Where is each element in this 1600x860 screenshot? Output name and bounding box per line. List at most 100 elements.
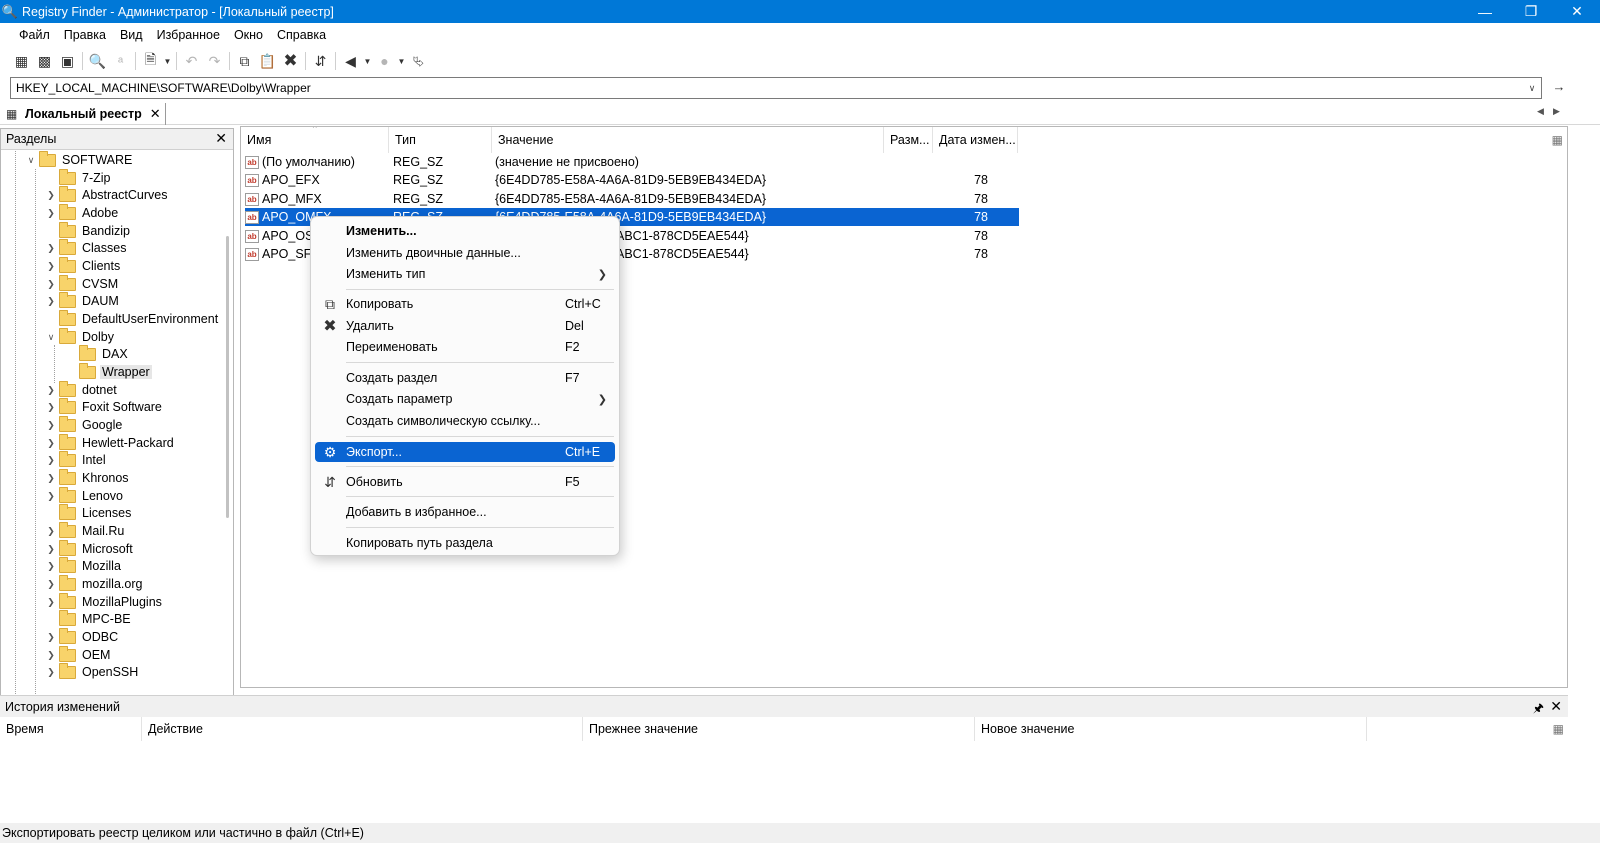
tree-item[interactable]: Licenses bbox=[45, 503, 133, 522]
column-value[interactable]: Значение bbox=[492, 127, 884, 153]
tree-item[interactable]: ∨ SOFTWARE bbox=[25, 151, 134, 169]
tree-scrollbar[interactable] bbox=[222, 151, 233, 700]
column-name[interactable]: Имя ⌃ bbox=[241, 127, 389, 153]
column-settings-icon[interactable]: ▦ bbox=[1552, 133, 1563, 147]
chevron-right-icon[interactable]: ❯ bbox=[45, 261, 57, 272]
tree-item[interactable]: 7-Zip bbox=[45, 168, 112, 187]
close-icon[interactable]: ✕ bbox=[215, 130, 227, 147]
load-hive-icon[interactable]: ▣ bbox=[56, 50, 79, 72]
tree-item[interactable]: ❯ Lenovo bbox=[45, 486, 125, 505]
parent-key-icon[interactable]: ⮱ bbox=[407, 50, 430, 72]
tree-item[interactable]: ❯ MozillaPlugins bbox=[45, 592, 164, 611]
menu-item-copy-key-path[interactable]: Копировать путь раздела bbox=[315, 533, 615, 553]
menu-item-delete[interactable]: ✖ Удалить Del bbox=[315, 316, 615, 336]
list-item[interactable]: ab (По умолчанию) REG_SZ (значение не при… bbox=[245, 153, 1019, 171]
chevron-right-icon[interactable]: ❯ bbox=[45, 526, 57, 537]
tab-scroll-left-icon[interactable]: ◀ bbox=[1537, 106, 1544, 117]
menu-item-change-type[interactable]: Изменить тип ❯ bbox=[315, 264, 615, 284]
tree-item[interactable]: ❯ Google bbox=[45, 415, 124, 434]
chevron-right-icon[interactable]: ❯ bbox=[45, 208, 57, 219]
menu-favorites[interactable]: Избранное bbox=[150, 24, 227, 46]
tree-item[interactable]: ❯ OEM bbox=[45, 645, 112, 664]
export-icon[interactable]: 🗎 bbox=[139, 50, 162, 72]
tree-item[interactable]: ❯ Adobe bbox=[45, 203, 120, 222]
chevron-down-icon[interactable]: ∨ bbox=[1523, 83, 1541, 94]
menu-edit[interactable]: Правка bbox=[57, 24, 113, 46]
close-button[interactable]: ✕ bbox=[1554, 0, 1600, 23]
minimize-button[interactable]: — bbox=[1462, 0, 1508, 23]
tree-item[interactable]: ❯ Khronos bbox=[45, 468, 131, 487]
chevron-right-icon[interactable]: ❯ bbox=[45, 667, 57, 678]
chevron-right-icon[interactable]: ❯ bbox=[45, 385, 57, 396]
tree-item[interactable]: DAX bbox=[65, 344, 130, 363]
tree-item[interactable]: Bandizip bbox=[45, 221, 132, 240]
address-input[interactable] bbox=[11, 79, 1523, 97]
find-icon[interactable]: 🔍 bbox=[86, 50, 109, 72]
close-icon[interactable]: ✕ bbox=[1550, 698, 1562, 715]
restore-button[interactable]: ❐ bbox=[1508, 0, 1554, 23]
tree-item[interactable]: ❯ Mozilla bbox=[45, 556, 123, 575]
tree-item[interactable]: ❯ mozilla.org bbox=[45, 574, 144, 593]
tree-item[interactable]: ❯ DAUM bbox=[45, 291, 121, 310]
scrollbar-thumb[interactable] bbox=[226, 236, 229, 518]
paste-icon[interactable]: 📋 bbox=[256, 50, 279, 72]
tree-item[interactable]: ❯ Microsoft bbox=[45, 539, 135, 558]
chevron-right-icon[interactable]: ❯ bbox=[45, 296, 57, 307]
menu-item-add-favorite[interactable]: Добавить в избранное... bbox=[315, 502, 615, 522]
chevron-right-icon[interactable]: ❯ bbox=[45, 632, 57, 643]
chevron-right-icon[interactable]: ❯ bbox=[45, 544, 57, 555]
tab-scroll-right-icon[interactable]: ▶ bbox=[1553, 106, 1560, 117]
column-new-value[interactable]: Новое значение bbox=[975, 717, 1367, 741]
tree-item[interactable]: ❯ Hewlett-Packard bbox=[45, 433, 176, 452]
tree-item[interactable]: ❯ ODBC bbox=[45, 627, 120, 646]
tree-item[interactable]: ❯ CVSM bbox=[45, 274, 120, 293]
menu-item-refresh[interactable]: ⇵ Обновить F5 bbox=[315, 472, 615, 492]
chevron-right-icon[interactable]: ❯ bbox=[45, 579, 57, 590]
chevron-right-icon[interactable]: ❯ bbox=[45, 243, 57, 254]
tree-item[interactable]: ❯ Intel bbox=[45, 450, 108, 469]
chevron-right-icon[interactable]: ❯ bbox=[45, 402, 57, 413]
tree-item[interactable]: ❯ Classes bbox=[45, 238, 128, 257]
chevron-right-icon[interactable]: ❯ bbox=[45, 420, 57, 431]
column-settings-icon[interactable]: ▦ bbox=[1553, 722, 1564, 736]
tree-item[interactable]: ∨ Dolby bbox=[45, 327, 116, 346]
chevron-right-icon[interactable]: ❯ bbox=[45, 473, 57, 484]
chevron-down-icon[interactable]: ▼ bbox=[162, 50, 173, 72]
menu-item-export[interactable]: ⚙ Экспорт... Ctrl+E bbox=[315, 442, 615, 462]
chevron-right-icon[interactable]: ❯ bbox=[45, 561, 57, 572]
column-type[interactable]: Тип bbox=[389, 127, 492, 153]
menu-view[interactable]: Вид bbox=[113, 24, 150, 46]
chevron-down-icon[interactable]: ▼ bbox=[396, 50, 407, 72]
chevron-right-icon[interactable]: ❯ bbox=[45, 279, 57, 290]
menu-item-copy[interactable]: ⧉ Копировать Ctrl+C bbox=[315, 294, 615, 314]
tab-local-registry[interactable]: ▦ Локальный реестр ✕ bbox=[6, 103, 166, 125]
column-old-value[interactable]: Прежнее значение bbox=[583, 717, 975, 741]
column-date[interactable]: Дата измен... bbox=[933, 127, 1018, 153]
menu-item-new-symlink[interactable]: Создать символическую ссылку... bbox=[315, 411, 615, 431]
menu-item-new-value[interactable]: Создать параметр ❯ bbox=[315, 389, 615, 409]
forward-icon[interactable]: ● bbox=[373, 50, 396, 72]
tree-item[interactable]: MPC-BE bbox=[45, 609, 133, 628]
remote-registry-icon[interactable]: ▩ bbox=[33, 50, 56, 72]
tree-item[interactable]: ❯ AbstractCurves bbox=[45, 185, 169, 204]
tree-item[interactable]: ❯ OpenSSH bbox=[45, 662, 140, 681]
chevron-right-icon[interactable]: ❯ bbox=[45, 597, 57, 608]
chevron-right-icon[interactable]: ❯ bbox=[45, 455, 57, 466]
chevron-right-icon[interactable]: ❯ bbox=[45, 438, 57, 449]
list-item[interactable]: ab APO_EFX REG_SZ {6E4DD785-E58A-4A6A-81D… bbox=[245, 171, 1019, 189]
chevron-down-icon[interactable]: ∨ bbox=[45, 332, 57, 343]
undo-icon[interactable]: ↶ bbox=[180, 50, 203, 72]
tree-item[interactable]: ❯ Clients bbox=[45, 256, 122, 275]
tree-item[interactable]: Wrapper bbox=[65, 362, 152, 381]
close-icon[interactable]: ✕ bbox=[150, 106, 161, 122]
chevron-right-icon[interactable]: ❯ bbox=[45, 491, 57, 502]
tree-item[interactable]: ❯ Mail.Ru bbox=[45, 521, 126, 540]
tree-item[interactable]: DefaultUserEnvironment bbox=[45, 309, 220, 328]
replace-icon[interactable]: ᵃ bbox=[109, 50, 132, 72]
chevron-right-icon[interactable]: ❯ bbox=[45, 190, 57, 201]
column-time[interactable]: Время bbox=[0, 717, 142, 741]
registry-icon[interactable]: ▦ bbox=[10, 50, 33, 72]
redo-icon[interactable]: ↷ bbox=[203, 50, 226, 72]
menu-item-rename[interactable]: Переименовать F2 bbox=[315, 337, 615, 357]
go-arrow-icon[interactable]: → bbox=[1549, 79, 1569, 97]
